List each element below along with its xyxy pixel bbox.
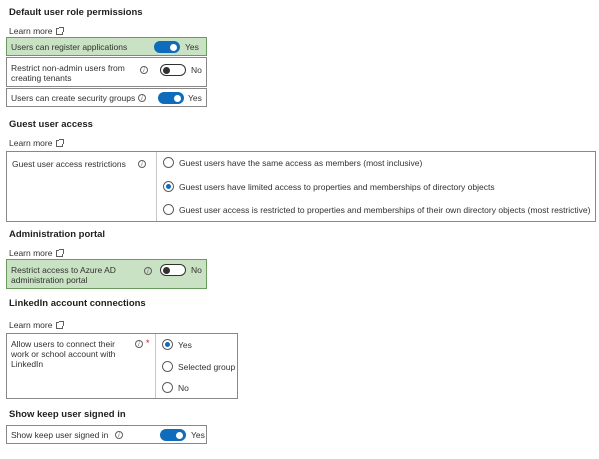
learn-more-link[interactable]: Learn more	[9, 248, 52, 258]
admin-portal-row: Restrict access to Azure AD administrati…	[6, 259, 207, 289]
guest-option-radio-1[interactable]	[163, 181, 174, 192]
guest-access-learn-more[interactable]: Learn more	[9, 138, 65, 148]
divider	[156, 152, 157, 221]
info-icon[interactable]: i	[140, 66, 148, 74]
guest-restrictions-box: Guest user access restrictions i Guest u…	[6, 151, 596, 222]
linkedin-option-label-2[interactable]: No	[178, 383, 189, 393]
divider	[155, 334, 156, 398]
security-groups-label: Users can create security groups	[11, 93, 136, 103]
external-link-icon	[56, 248, 65, 257]
linkedin-option-label-1[interactable]: Selected group	[178, 362, 235, 372]
learn-more-link[interactable]: Learn more	[9, 320, 52, 330]
info-icon[interactable]: i	[138, 94, 146, 102]
security-groups-state: Yes	[188, 93, 202, 103]
guest-option-radio-0[interactable]	[163, 157, 174, 168]
info-icon[interactable]: i	[135, 340, 143, 348]
linkedin-heading: LinkedIn account connections	[9, 298, 146, 309]
register-apps-row: Users can register applications Yes	[6, 37, 207, 56]
linkedin-option-radio-0[interactable]	[162, 339, 173, 350]
restrict-tenants-label: Restrict non-admin users from creating t…	[11, 63, 125, 83]
external-link-icon	[56, 138, 65, 147]
info-icon[interactable]: i	[115, 431, 123, 439]
security-groups-toggle[interactable]	[158, 92, 184, 104]
linkedin-option-label-0[interactable]: Yes	[178, 340, 192, 350]
guest-option-radio-2[interactable]	[163, 204, 174, 215]
info-icon[interactable]: i	[138, 160, 146, 168]
register-apps-state: Yes	[185, 42, 199, 52]
restrict-tenants-row: Restrict non-admin users from creating t…	[6, 57, 207, 87]
admin-portal-state: No	[191, 265, 202, 275]
linkedin-allow-label: Allow users to connect their work or sch…	[11, 339, 116, 369]
linkedin-option-radio-1[interactable]	[162, 361, 173, 372]
security-groups-row: Users can create security groups i Yes	[6, 88, 207, 107]
learn-more-link[interactable]: Learn more	[9, 26, 52, 36]
linkedin-option-radio-2[interactable]	[162, 382, 173, 393]
admin-portal-label: Restrict access to Azure AD administrati…	[11, 265, 116, 285]
external-link-icon	[56, 26, 65, 35]
info-icon[interactable]: i	[144, 267, 152, 275]
admin-portal-heading: Administration portal	[9, 229, 106, 240]
guest-option-label-0[interactable]: Guest users have the same access as memb…	[179, 158, 422, 168]
guest-access-heading: Guest user access	[9, 119, 93, 130]
restrict-tenants-toggle[interactable]	[160, 64, 186, 76]
keep-signed-in-row: Show keep user signed in i Yes	[6, 425, 207, 444]
guest-option-label-1[interactable]: Guest users have limited access to prope…	[179, 182, 495, 192]
default-perms-learn-more[interactable]: Learn more	[9, 26, 65, 36]
keep-signed-in-label: Show keep user signed in	[11, 430, 109, 440]
learn-more-link[interactable]: Learn more	[9, 138, 52, 148]
required-mark: *	[146, 338, 150, 348]
keep-signed-in-state: Yes	[191, 430, 205, 440]
default-perms-heading: Default user role permissions	[9, 7, 143, 18]
restrict-tenants-state: No	[191, 65, 202, 75]
register-apps-label: Users can register applications	[11, 42, 128, 52]
keep-signed-in-toggle[interactable]	[160, 429, 186, 441]
guest-restrictions-label: Guest user access restrictions	[12, 159, 126, 169]
linkedin-box: Allow users to connect their work or sch…	[6, 333, 238, 399]
keep-signed-in-heading: Show keep user signed in	[9, 409, 126, 420]
register-apps-toggle[interactable]	[154, 41, 180, 53]
admin-portal-learn-more[interactable]: Learn more	[9, 248, 65, 258]
linkedin-learn-more[interactable]: Learn more	[9, 320, 65, 330]
external-link-icon	[56, 320, 65, 329]
guest-option-label-2[interactable]: Guest user access is restricted to prope…	[179, 205, 590, 215]
admin-portal-toggle[interactable]	[160, 264, 186, 276]
